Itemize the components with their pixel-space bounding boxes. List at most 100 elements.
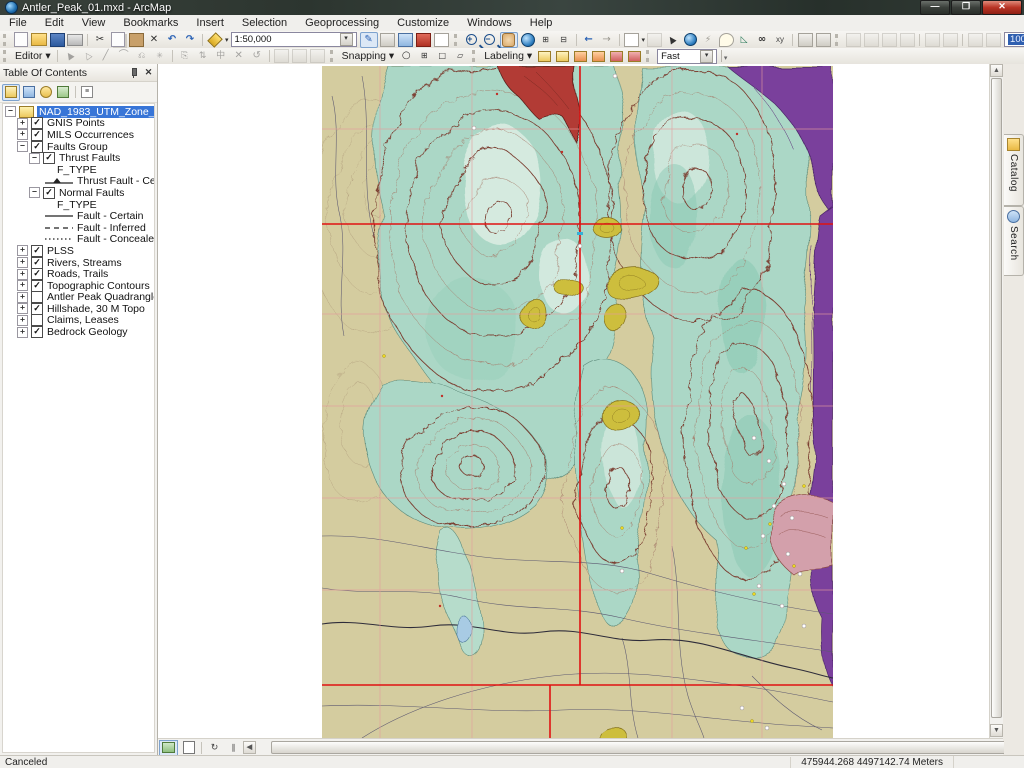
toc-close-icon[interactable]: ✕ [143, 67, 154, 78]
measure-button[interactable]: ◺ [736, 33, 752, 47]
layout-pan-button[interactable] [881, 32, 897, 47]
label-priority-button[interactable] [554, 49, 570, 63]
layer-checkbox[interactable] [31, 268, 43, 281]
collapse-icon[interactable]: − [29, 187, 40, 199]
data-view-button[interactable] [159, 739, 178, 756]
layer-checkbox[interactable] [31, 256, 43, 269]
add-data-button[interactable] [207, 31, 223, 48]
expand-icon[interactable]: + [17, 314, 28, 326]
forward-extent-button[interactable]: → [599, 33, 615, 47]
toc-layer-plss[interactable]: +PLSS [5, 244, 154, 257]
toc-symbol-thrust-certain[interactable]: Thrust Fault - Certain [5, 175, 154, 187]
layout-view-button[interactable] [180, 741, 197, 755]
labeling-menu-button[interactable]: Labeling ▾ [481, 50, 535, 62]
label-manager-button[interactable] [536, 49, 552, 63]
toc-layer-roads-trails[interactable]: +Roads, Trails [5, 268, 154, 281]
collapse-icon[interactable]: − [29, 152, 40, 164]
redo-button[interactable]: ↷ [182, 33, 198, 47]
open-document-button[interactable] [31, 33, 47, 47]
scroll-left-icon[interactable]: ◀ [243, 741, 256, 754]
view-unplaced-button[interactable] [626, 49, 642, 63]
toc-symbol-fault-certain[interactable]: Fault - Certain [5, 210, 154, 222]
list-by-visibility-button[interactable] [38, 85, 54, 100]
layer-checkbox[interactable] [31, 279, 43, 292]
toc-layer-topographic-contours[interactable]: +Topographic Contours [5, 279, 154, 292]
layout-fixed-zoom-in-button[interactable] [924, 32, 940, 47]
expand-icon[interactable]: + [17, 326, 28, 338]
menu-geoprocessing[interactable]: Geoprocessing [296, 17, 388, 29]
label-weight-button[interactable] [572, 49, 588, 63]
collapse-icon[interactable]: − [17, 141, 28, 153]
attributes-button[interactable] [274, 49, 290, 63]
maximize-button[interactable]: ❐ [951, 0, 981, 15]
menu-bookmarks[interactable]: Bookmarks [114, 17, 187, 29]
editor-toolbar-toggle[interactable]: ✎ [359, 31, 378, 48]
pan-tool-button[interactable] [499, 31, 518, 48]
fixed-zoom-in-button[interactable]: ⊞ [538, 33, 554, 47]
layer-checkbox[interactable] [31, 128, 43, 141]
toc-layer-mils-occurrences[interactable]: +MILS Occurrences [5, 128, 154, 141]
toc-layer-rivers-streams[interactable]: +Rivers, Streams [5, 256, 154, 269]
toolbar-grip[interactable] [472, 50, 478, 62]
select-features-dropdown[interactable]: ▾ [642, 36, 646, 44]
select-features-button[interactable] [624, 32, 640, 47]
table-options-button[interactable] [380, 32, 396, 47]
menu-customize[interactable]: Customize [388, 17, 458, 29]
layout-zoom-out-button[interactable] [863, 32, 879, 47]
cut-icon[interactable]: ✂ [92, 33, 108, 47]
list-by-selection-button[interactable] [55, 85, 71, 100]
menu-file[interactable]: File [0, 17, 36, 29]
scale-dropdown-icon[interactable]: ▾ [339, 33, 353, 46]
map-data-view[interactable]: ▲ ▼ ↻ ∥ ◀ ▶ [158, 64, 1016, 756]
end-snapping-button[interactable]: ⊞ [416, 49, 432, 63]
sketch-properties-button[interactable] [292, 49, 308, 63]
toolbar-grip[interactable] [3, 33, 9, 46]
expand-icon[interactable]: + [17, 129, 28, 141]
toolbar-grip[interactable] [3, 50, 9, 62]
vertical-scroll-thumb[interactable] [991, 78, 1002, 718]
toc-dataframe-row[interactable]: − NAD_1983_UTM_Zone_11N [5, 105, 154, 118]
minimize-button[interactable]: — [920, 0, 950, 15]
layer-checkbox[interactable] [43, 186, 55, 199]
menu-help[interactable]: Help [521, 17, 562, 29]
toc-layer-antler-peak-quadrangle[interactable]: + Antler Peak Quadrangle [5, 291, 154, 304]
clear-selection-button[interactable] [646, 32, 662, 47]
map-scale-combo[interactable]: 1:50,000 ▾ [230, 32, 357, 47]
cut-polygons-button[interactable]: ⇅ [195, 49, 211, 63]
layer-checkbox[interactable] [31, 291, 43, 304]
toc-layer-bedrock-geology[interactable]: +Bedrock Geology [5, 326, 154, 339]
editor-menu-button[interactable]: Editor ▾ [12, 50, 54, 62]
toolbar-grip[interactable] [329, 50, 336, 62]
undo-edit-button[interactable]: ↺ [249, 49, 265, 63]
menu-view[interactable]: View [73, 17, 115, 29]
create-features-button[interactable] [310, 49, 326, 63]
list-by-source-button[interactable] [21, 85, 37, 100]
zoom-out-button[interactable]: − [482, 33, 498, 47]
layer-checkbox[interactable] [31, 117, 43, 130]
trace-button[interactable]: ⎌ [134, 49, 150, 63]
split-button[interactable]: 中 [213, 49, 229, 63]
vertical-scrollbar[interactable]: ▲ ▼ [989, 64, 1003, 738]
horizontal-scrollbar[interactable] [257, 740, 1016, 755]
toc-layer-thrust-faults[interactable]: −Thrust Faults [5, 152, 154, 165]
scroll-up-icon[interactable]: ▲ [990, 64, 1003, 77]
layout-toggle-draft-button[interactable] [967, 32, 983, 47]
layer-checkbox[interactable] [31, 326, 43, 339]
delete-icon[interactable]: ✕ [146, 33, 162, 47]
layout-zoom-percent-combo[interactable]: 100% ▾ [1004, 32, 1024, 47]
straight-segment-button[interactable]: ╱ [98, 49, 114, 63]
toc-layer-faults-group[interactable]: −Faults Group [5, 140, 154, 153]
print-button[interactable] [67, 33, 83, 47]
full-extent-button[interactable] [520, 32, 536, 47]
zoom-in-button[interactable]: + [464, 33, 480, 47]
rotate-button[interactable]: ✕ [231, 49, 247, 63]
point-snapping-button[interactable]: ○ [398, 49, 414, 63]
go-to-xy-button[interactable]: xy [772, 33, 788, 47]
menu-selection[interactable]: Selection [233, 17, 296, 29]
expand-icon[interactable]: + [17, 257, 28, 269]
undo-button[interactable]: ↶ [164, 33, 180, 47]
dataframe-label[interactable]: NAD_1983_UTM_Zone_11N [37, 105, 154, 118]
lock-labels-button[interactable] [590, 49, 606, 63]
layer-checkbox[interactable] [31, 314, 43, 327]
expand-icon[interactable]: + [17, 303, 28, 315]
